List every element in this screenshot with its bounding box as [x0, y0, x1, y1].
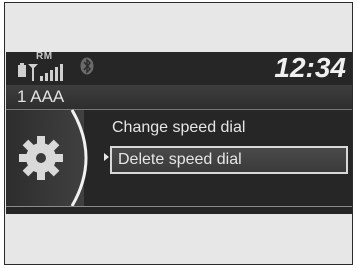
menu-arc-bracket — [70, 109, 88, 207]
divider — [6, 206, 352, 207]
info-bar: 1 AAA — [6, 85, 352, 110]
status-bar: RM 12:34 — [6, 52, 352, 86]
menu-item-label: Delete speed dial — [118, 151, 242, 168]
bluetooth-icon — [80, 57, 94, 75]
menu-item-label: Change speed dial — [112, 119, 246, 136]
roaming-indicator: RM — [36, 52, 53, 62]
hfl-screen: RM 12:34 1 AAA Change speed dial Delete … — [6, 52, 352, 214]
gear-icon — [19, 136, 63, 180]
selection-arrow-icon — [104, 153, 109, 161]
battery-icon — [18, 63, 26, 77]
clock: 12:34 — [274, 52, 346, 83]
menu-item-delete-speed-dial[interactable]: Delete speed dial — [110, 146, 348, 174]
speed-dial-entry-label: 1 AAA — [17, 87, 65, 106]
menu-item-change-speed-dial[interactable]: Change speed dial — [110, 114, 348, 142]
